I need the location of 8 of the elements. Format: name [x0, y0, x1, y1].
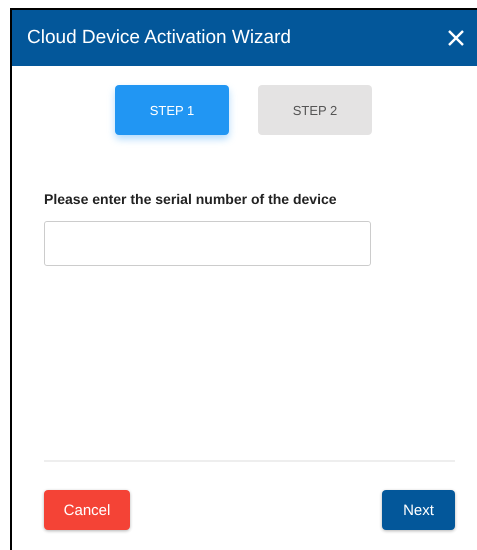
- step-tab[interactable]: STEP 2: [258, 85, 372, 135]
- serial-number-field[interactable]: [44, 221, 371, 266]
- window-title: Cloud Device Activation Wizard: [27, 27, 291, 49]
- close-icon: [447, 29, 465, 47]
- cancel-button[interactable]: Cancel: [44, 490, 130, 530]
- next-button[interactable]: Next: [382, 490, 455, 530]
- step-tab[interactable]: STEP 1: [115, 85, 229, 135]
- field-label: Please enter the serial number of the device: [44, 191, 338, 207]
